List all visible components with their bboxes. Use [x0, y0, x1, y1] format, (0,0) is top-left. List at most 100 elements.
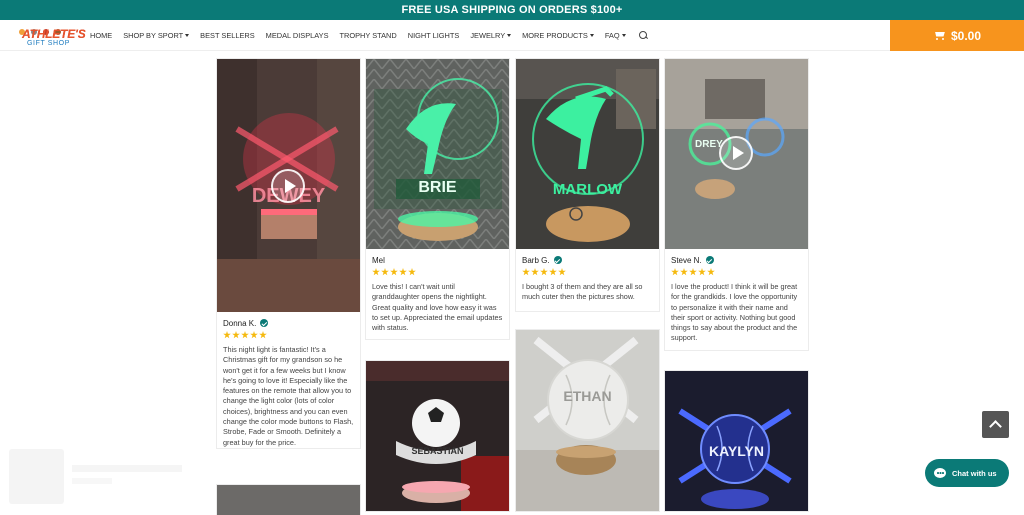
review-photo[interactable]: DREY — [665, 59, 808, 249]
recent-purchase-thumbnail — [9, 449, 64, 504]
nav-item-best-sellers[interactable]: BEST SELLERS — [200, 31, 255, 40]
review-card-donna[interactable]: DEWEY Donna K. This night light is fanta… — [217, 59, 360, 448]
nav-item-jewelry[interactable]: JEWELRY — [470, 31, 512, 40]
star-rating — [522, 268, 653, 277]
review-body: Barb G. I bought 3 of them and they are … — [516, 255, 659, 311]
review-photo[interactable]: MARLOW — [516, 59, 659, 249]
star-rating — [671, 268, 802, 277]
back-to-top-button[interactable] — [982, 411, 1009, 438]
review-card-sebastian[interactable]: SEBASTIAN — [366, 361, 509, 511]
chat-bubble-icon — [934, 468, 946, 478]
night-light-photo — [516, 330, 659, 511]
nav-label: TROPHY STAND — [339, 31, 397, 40]
verified-icon — [705, 256, 714, 264]
review-text: This night light is fantastic! It's a Ch… — [223, 345, 354, 447]
cart-total: $0.00 — [950, 28, 982, 43]
star-icon — [549, 268, 557, 276]
star-icon — [522, 268, 530, 276]
search-button[interactable] — [637, 30, 649, 41]
photo-name-text: MARLOW — [552, 181, 623, 198]
reviewer-name: Donna K. — [223, 318, 257, 328]
promo-bar: FREE USA SHIPPING ON ORDERS $100+ — [0, 0, 1024, 20]
night-light-photo — [366, 361, 509, 511]
reviewer-name: Mel — [372, 255, 385, 265]
star-rating — [223, 331, 354, 340]
logo-subtitle: GIFT SHOP — [27, 40, 70, 47]
review-card-steve[interactable]: DREY Steve N. I love the product! I thin… — [665, 59, 808, 350]
nav-item-more-products[interactable]: MORE PRODUCTS — [522, 31, 594, 40]
star-icon — [689, 268, 697, 276]
review-body: Steve N. I love the product! I think it … — [665, 255, 808, 350]
chat-button[interactable]: Chat with us — [925, 459, 1009, 487]
recent-purchase-line — [72, 465, 182, 472]
star-icon — [381, 268, 389, 276]
review-text: Love this! I can't wait until granddaugh… — [372, 282, 503, 333]
star-icon — [232, 331, 240, 339]
nav-item-home[interactable]: HOME — [90, 31, 112, 40]
star-icon — [698, 268, 706, 276]
nav-item-medal-displays[interactable]: MEDAL DISPLAYS — [266, 31, 329, 40]
photo-name-text: SEBASTIAN — [411, 446, 464, 456]
reviewer: Barb G. — [522, 255, 653, 265]
play-icon[interactable] — [719, 136, 753, 170]
nav-label: SHOP BY SPORT — [123, 31, 184, 40]
review-card-kaylyn[interactable]: KAYLYN — [665, 371, 808, 511]
nav-label: FAQ — [604, 31, 620, 40]
site-logo[interactable]: ATHLETE'S GIFT SHOP — [18, 24, 86, 48]
review-photo[interactable]: BRIE — [366, 59, 509, 249]
star-icon — [241, 331, 249, 339]
verified-icon — [553, 256, 562, 264]
star-icon — [558, 268, 566, 276]
review-photo[interactable]: ETHAN — [516, 330, 659, 511]
review-card-mel[interactable]: BRIE Mel Love this! I can't wait until g… — [366, 59, 509, 340]
review-card-barb[interactable]: MARLOW Barb G. I bought 3 of them and th… — [516, 59, 659, 311]
star-icon — [259, 331, 267, 339]
reviewer: Steve N. — [671, 255, 802, 265]
main-nav: ATHLETE'S GIFT SHOP HOME SHOP BY SPORT B… — [0, 20, 1024, 51]
chat-label: Chat with us — [952, 468, 997, 478]
reviewer: Mel — [372, 255, 503, 265]
photo-name-text: BRIE — [418, 179, 457, 196]
caret-down-icon — [589, 34, 594, 37]
search-icon — [638, 30, 649, 41]
night-light-photo — [665, 371, 808, 511]
night-light-photo — [516, 59, 659, 249]
review-photo[interactable]: DEWEY — [217, 59, 360, 312]
nav-item-night-lights[interactable]: NIGHT LIGHTS — [408, 31, 460, 40]
star-icon — [372, 268, 380, 276]
nav-label: BEST SELLERS — [200, 31, 255, 40]
reviewer-name: Barb G. — [522, 255, 550, 265]
nav-item-shop-by-sport[interactable]: SHOP BY SPORT — [123, 31, 190, 40]
cart-button[interactable]: $0.00 — [890, 20, 1024, 51]
nav-label: MEDAL DISPLAYS — [265, 31, 329, 40]
night-light-photo — [366, 59, 509, 249]
star-icon — [707, 268, 715, 276]
promo-text: FREE USA SHIPPING ON ORDERS $100+ — [401, 4, 623, 16]
star-icon — [540, 268, 548, 276]
caret-down-icon — [507, 34, 512, 37]
star-icon — [390, 268, 398, 276]
review-text: I love the product! I think it will be g… — [671, 282, 798, 343]
nav-label: HOME — [90, 31, 113, 40]
nav-item-faq[interactable]: FAQ — [605, 31, 626, 40]
review-card-ethan[interactable]: ETHAN — [516, 330, 659, 511]
review-photo[interactable]: KAYLYN — [665, 371, 808, 511]
star-icon — [250, 331, 258, 339]
review-photo[interactable]: SEBASTIAN — [366, 361, 509, 511]
star-icon — [671, 268, 679, 276]
star-icon — [680, 268, 688, 276]
nav-menu: HOME SHOP BY SPORT BEST SELLERS MEDAL DI… — [90, 20, 660, 51]
star-icon — [408, 268, 416, 276]
nav-label: MORE PRODUCTS — [522, 31, 588, 40]
play-icon[interactable] — [271, 169, 305, 203]
caret-down-icon — [621, 34, 626, 37]
nav-item-trophy-stand[interactable]: TROPHY STAND — [340, 31, 397, 40]
review-body: Donna K. This night light is fantastic! … — [217, 318, 360, 448]
star-rating — [372, 268, 503, 277]
star-icon — [399, 268, 407, 276]
reviewer: Donna K. — [223, 318, 354, 328]
review-text: I bought 3 of them and they are all so m… — [522, 282, 643, 302]
review-body: Mel Love this! I can't wait until grandd… — [366, 255, 509, 339]
nav-label: JEWELRY — [470, 31, 506, 40]
verified-icon — [260, 319, 269, 327]
